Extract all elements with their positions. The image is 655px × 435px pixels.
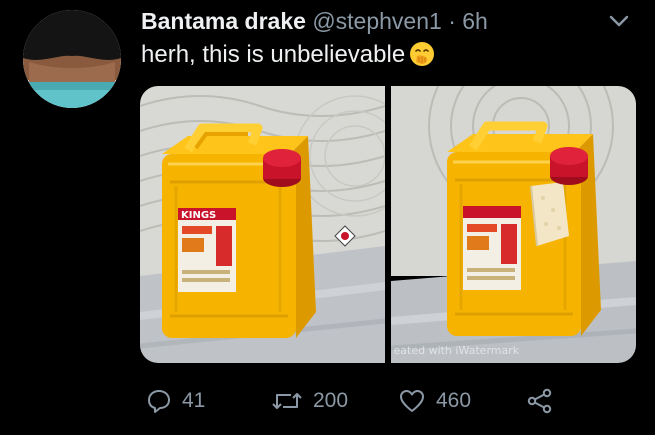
share-icon: [527, 388, 552, 414]
retweet-count: 200: [313, 389, 349, 412]
watermark-text: eated with iWatermark: [393, 344, 520, 357]
retweet-icon: [272, 393, 302, 409]
jerrycan-cut-cake-image: [390, 86, 636, 363]
avatar-image: [23, 10, 121, 108]
reply-icon: [148, 390, 170, 413]
chevron-down-icon[interactable]: [606, 10, 632, 32]
jerrycan-label-text: KINGS: [181, 210, 216, 221]
separator-dot: ·: [448, 8, 456, 34]
timestamp[interactable]: 6h: [462, 8, 488, 34]
heart-icon: [400, 390, 424, 412]
photo-jerrycan-cut[interactable]: eated with iWatermark: [390, 86, 637, 363]
avatar[interactable]: [23, 10, 121, 108]
like-button[interactable]: 460: [398, 383, 471, 419]
jerrycan-whole-image: KINGS: [140, 86, 385, 363]
hand-over-mouth-emoji-icon: [410, 42, 435, 66]
tweet-actions: 41 200 460: [140, 383, 640, 419]
tweet-media[interactable]: KINGS eated with iWatermark: [140, 86, 636, 363]
tweet-body: herh, this is unbelievable: [141, 41, 406, 68]
retweet-button[interactable]: 200: [271, 383, 348, 419]
photo-jerrycan-whole[interactable]: KINGS: [140, 86, 386, 363]
display-name[interactable]: Bantama drake: [141, 8, 306, 34]
share-button[interactable]: [526, 383, 554, 419]
tweet-header: Bantama drake @stephven1 · 6h: [141, 6, 488, 36]
tweet-text: herh, this is unbelievable: [141, 39, 435, 71]
reply-button[interactable]: 41: [146, 383, 205, 419]
user-handle[interactable]: @stephven1: [312, 8, 442, 34]
like-count: 460: [436, 389, 472, 412]
tweet: Bantama drake @stephven1 · 6h herh, this…: [0, 0, 655, 435]
reply-count: 41: [182, 389, 206, 412]
